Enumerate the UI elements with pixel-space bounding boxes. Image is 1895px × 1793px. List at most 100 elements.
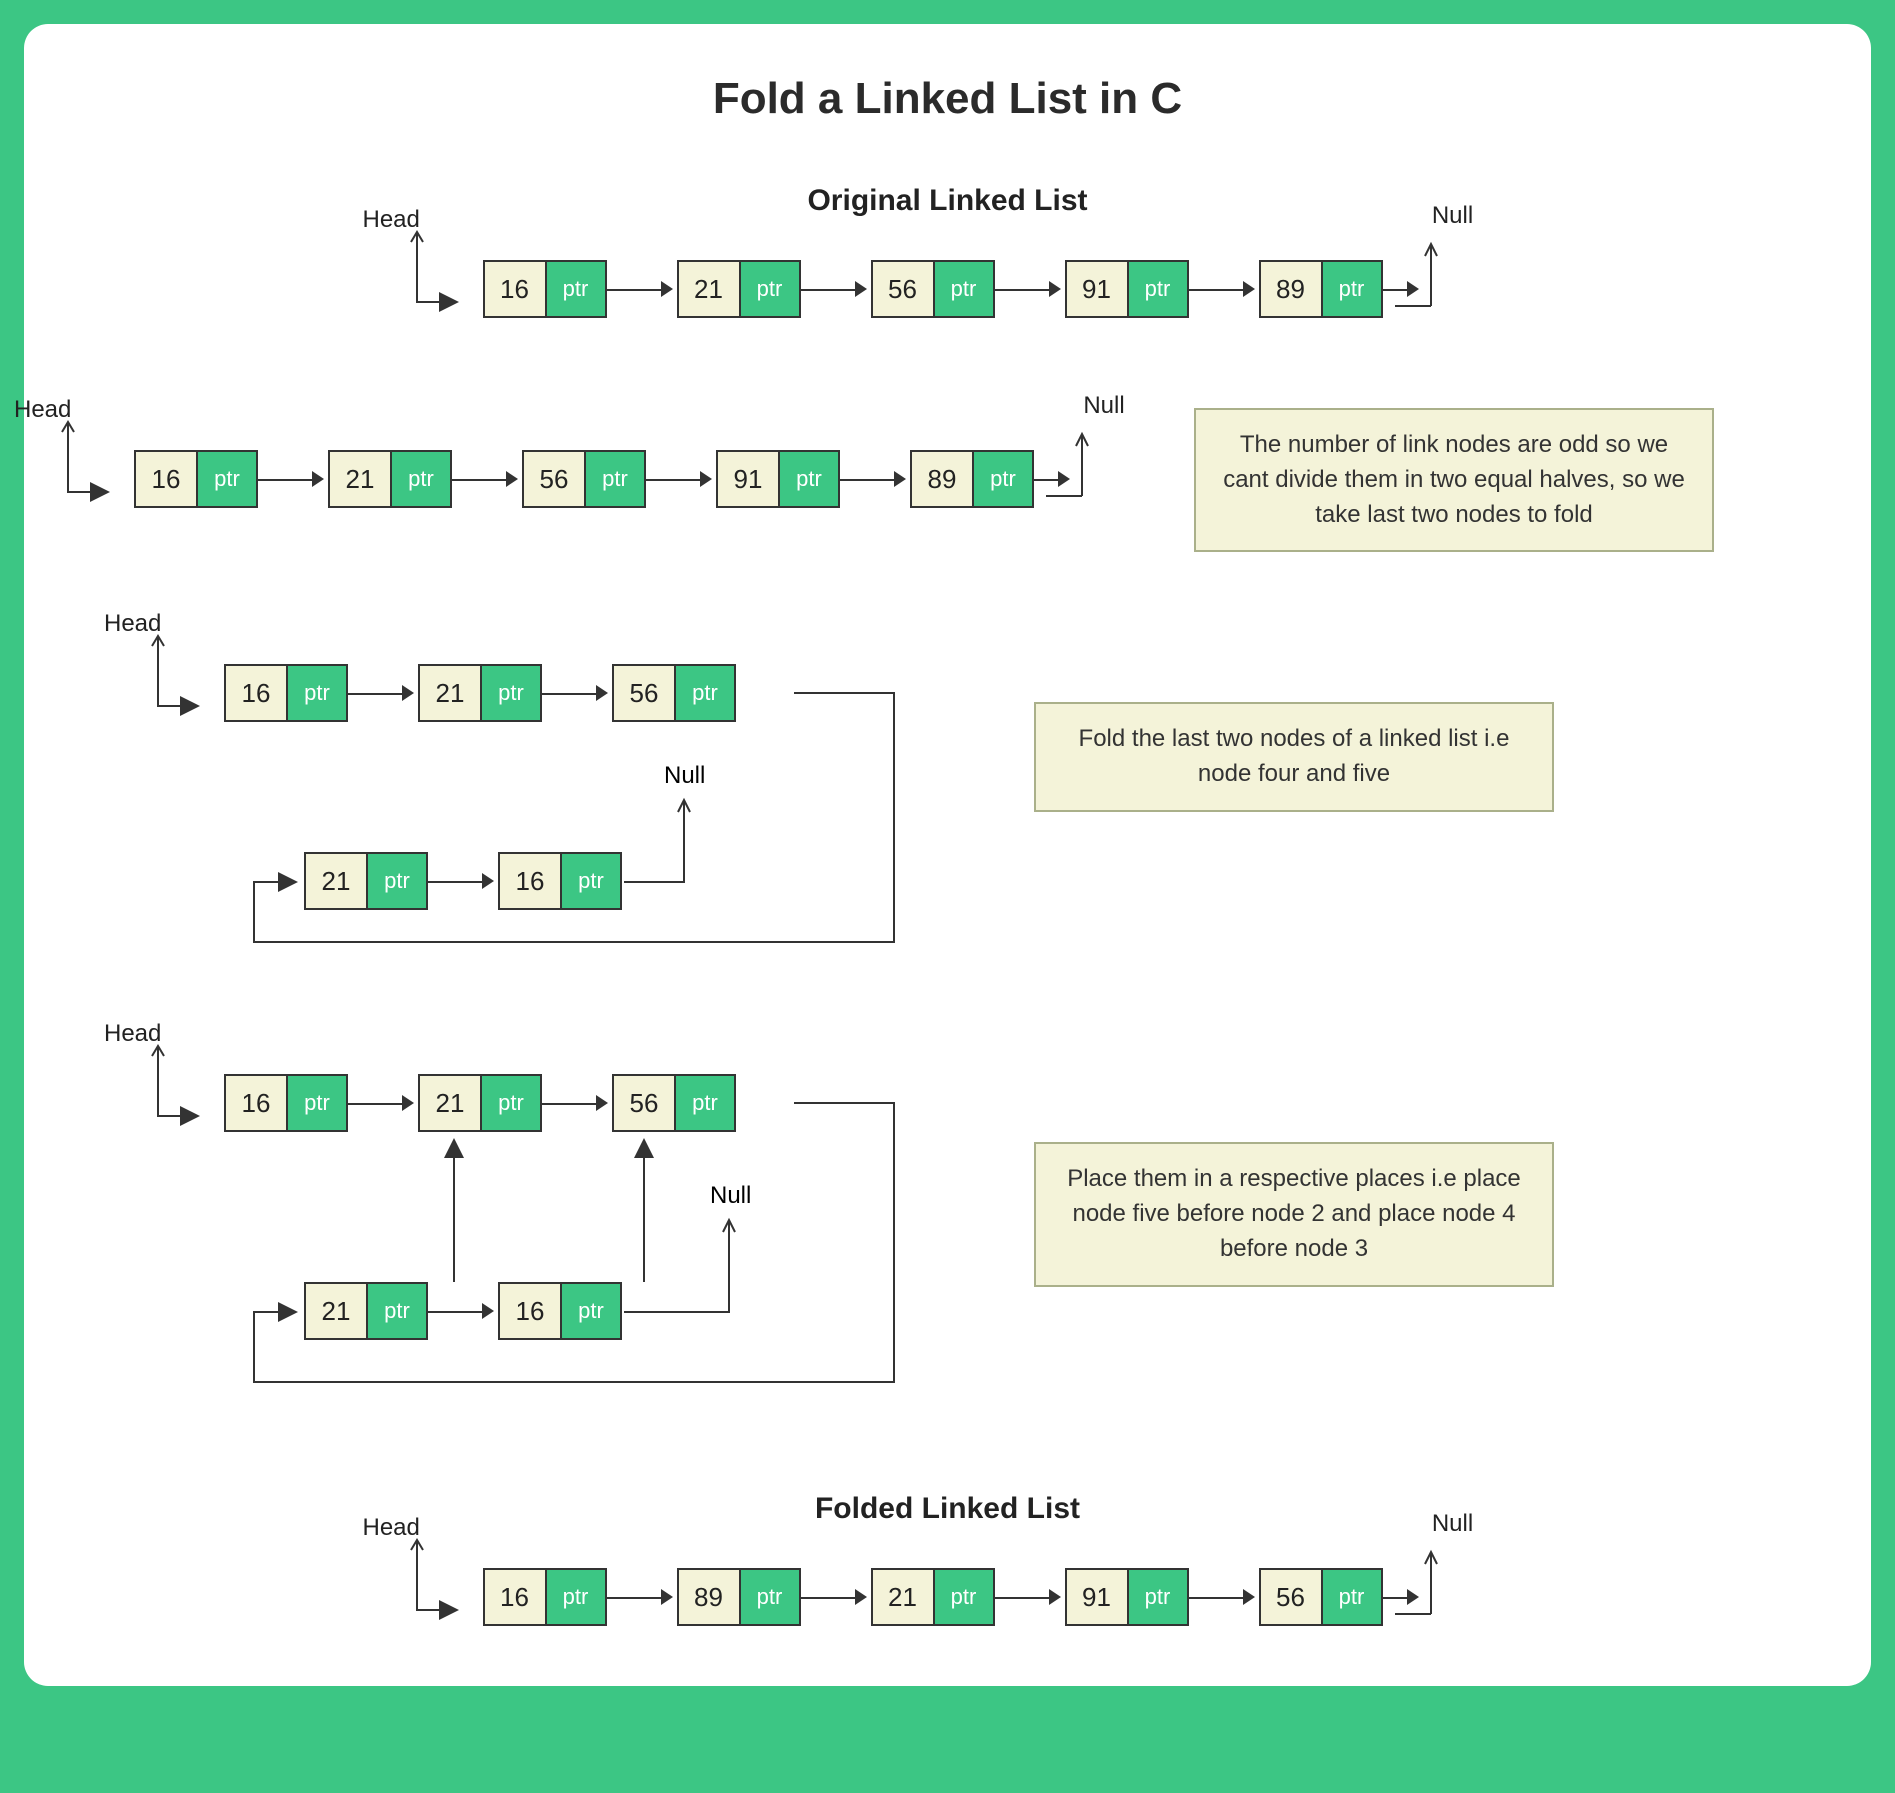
node-value: 21 [306, 854, 368, 908]
head-label: Head [363, 206, 420, 234]
head-marker: Head [154, 1032, 224, 1132]
arrow-icon [452, 450, 522, 508]
node-ptr: ptr [368, 854, 426, 908]
node-ptr: ptr [935, 262, 993, 316]
node-value: 21 [330, 452, 392, 506]
folded-list-row: Head 16ptr89ptr21ptr91ptr56ptr Null [413, 1526, 1483, 1626]
list-node: 89ptr [1259, 260, 1383, 318]
node-ptr: ptr [368, 1284, 426, 1338]
step2-top-nodes: 16ptr21ptr56ptr [224, 664, 736, 722]
arrow-icon [428, 1282, 498, 1340]
list-node: 16ptr [224, 1074, 348, 1132]
list-node: 21ptr [304, 852, 428, 910]
node-ptr: ptr [741, 262, 799, 316]
folded-section: Folded Linked List Head 16ptr89ptr21ptr9… [74, 1492, 1821, 1626]
node-ptr: ptr [1129, 1570, 1187, 1624]
null-label: Null [664, 762, 705, 790]
null-label: Null [710, 1182, 751, 1210]
node-value: 21 [420, 666, 482, 720]
list-node: 56ptr [612, 1074, 736, 1132]
original-nodes: 16ptr21ptr56ptr91ptr89ptr [483, 260, 1383, 318]
node-value: 89 [912, 452, 974, 506]
node-ptr: ptr [562, 1284, 620, 1338]
node-value: 21 [873, 1570, 935, 1624]
node-value: 16 [500, 854, 562, 908]
list-node: 89ptr [910, 450, 1034, 508]
node-value: 16 [136, 452, 198, 506]
node-value: 21 [420, 1076, 482, 1130]
node-value: 56 [1261, 1570, 1323, 1624]
node-ptr: ptr [676, 1076, 734, 1130]
list-node: 21ptr [418, 1074, 542, 1132]
node-value: 91 [1067, 262, 1129, 316]
step1-nodes: 16ptr21ptr56ptr91ptr89ptr [134, 450, 1034, 508]
arrow-icon [348, 664, 418, 722]
null-label: Null [1432, 1510, 1473, 1538]
node-ptr: ptr [482, 666, 540, 720]
caption-step2: Fold the last two nodes of a linked list… [1034, 702, 1554, 812]
node-ptr: ptr [780, 452, 838, 506]
step3: Head 16ptr21ptr56ptr 21ptr16ptr Null [74, 1032, 1821, 1402]
arrow-icon [995, 260, 1065, 318]
arrow-icon [1189, 260, 1259, 318]
caption-step1: The number of link nodes are odd so we c… [1194, 408, 1714, 552]
arrow-icon [348, 1074, 418, 1132]
list-node: 21ptr [871, 1568, 995, 1626]
head-label: Head [363, 1514, 420, 1542]
arrow-icon [801, 1568, 871, 1626]
null-marker: Null [1074, 408, 1134, 508]
original-section: Original Linked List Head 16ptr 21ptr 56pt… [74, 184, 1821, 318]
head-label: Head [14, 396, 71, 424]
node-value: 21 [306, 1284, 368, 1338]
node-value: 89 [679, 1570, 741, 1624]
arrow-icon [607, 260, 677, 318]
arrow-icon [542, 664, 612, 722]
null-label: Null [1083, 392, 1124, 420]
arrow-to-null [1383, 260, 1423, 318]
list-node: 56ptr [522, 450, 646, 508]
arrow-icon [607, 1568, 677, 1626]
node-ptr: ptr [198, 452, 256, 506]
step1-list-row: Head 16ptr21ptr56ptr91ptr89ptr Null [64, 408, 1134, 508]
head-marker: Head [413, 218, 483, 318]
node-ptr: ptr [1323, 1570, 1381, 1624]
arrow-icon [801, 260, 871, 318]
node-ptr: ptr [288, 1076, 346, 1130]
null-label: Null [1432, 202, 1473, 230]
caption-step3: Place them in a respective places i.e pl… [1034, 1142, 1554, 1286]
arrow-icon [646, 450, 716, 508]
arrow-icon [840, 450, 910, 508]
arrow-icon [542, 1074, 612, 1132]
arrow-icon [1189, 1568, 1259, 1626]
step3-bottom-nodes: 21ptr16ptr [304, 1282, 622, 1340]
node-value: 91 [718, 452, 780, 506]
list-node: 16ptr [483, 260, 607, 318]
node-value: 56 [614, 666, 676, 720]
list-node: 21ptr [418, 664, 542, 722]
list-node: 16ptr [224, 664, 348, 722]
null-marker: Null [1423, 1526, 1483, 1626]
step3-top-nodes: 16ptr21ptr56ptr [224, 1074, 736, 1132]
page-title: Fold a Linked List in C [74, 74, 1821, 124]
list-node: 56ptr [871, 260, 995, 318]
node-ptr: ptr [935, 1570, 993, 1624]
folded-nodes: 16ptr89ptr21ptr91ptr56ptr [483, 1568, 1383, 1626]
step1: Head 16ptr21ptr56ptr91ptr89ptr Null The … [74, 408, 1821, 552]
page-container: Fold a Linked List in C Original Linked … [24, 24, 1871, 1686]
node-ptr: ptr [562, 854, 620, 908]
list-node: 21ptr [328, 450, 452, 508]
arrow-to-null [1034, 450, 1074, 508]
step2-bottom-nodes: 21ptr16ptr [304, 852, 622, 910]
list-node: 56ptr [612, 664, 736, 722]
node-ptr: ptr [482, 1076, 540, 1130]
original-list-row: Head 16ptr21ptr56ptr91ptr89ptr Null [413, 218, 1483, 318]
original-title: Original Linked List [74, 184, 1821, 218]
step2: Head 16ptr21ptr56ptr 21ptr16ptr Null [74, 622, 1821, 962]
node-value: 16 [500, 1284, 562, 1338]
list-node: 16ptr [134, 450, 258, 508]
list-node: 91ptr [1065, 1568, 1189, 1626]
node-value: 89 [1261, 262, 1323, 316]
list-node: 21ptr [677, 260, 801, 318]
list-node: 56ptr [1259, 1568, 1383, 1626]
node-ptr: ptr [1129, 262, 1187, 316]
